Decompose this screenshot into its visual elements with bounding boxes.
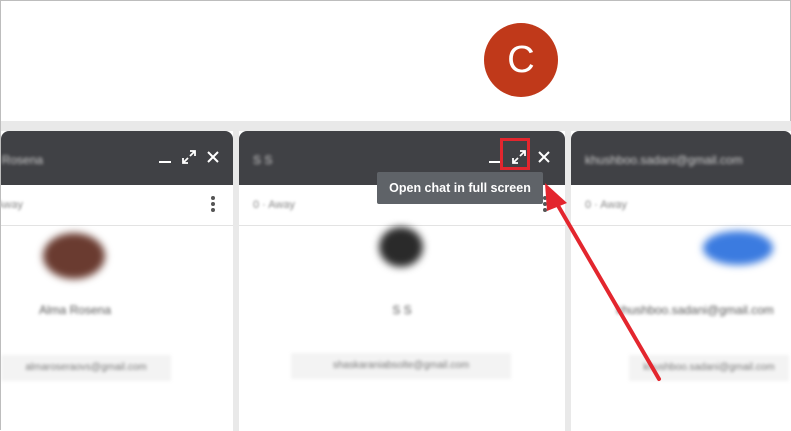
chat-panel-subbar: 0 · Away [571, 185, 791, 226]
chat-panel-subbar: 0 · Away [1, 185, 233, 226]
chat-panel-1: Alma Rosena 0 · Away Alma Rosena almaros… [1, 131, 233, 431]
close-icon[interactable] [536, 149, 552, 165]
minimize-icon[interactable] [157, 149, 173, 165]
presence-status: 0 · Away [585, 199, 627, 211]
presence-status: 0 · Away [253, 199, 295, 211]
avatar[interactable]: C [484, 23, 558, 97]
chat-panel-title: Alma Rosena [1, 153, 44, 167]
contact-email: khushboo.sadani@gmail.com [629, 355, 789, 381]
contact-email: almaroseraovs@gmail.com [1, 355, 171, 381]
close-icon[interactable] [205, 149, 221, 165]
chat-panel-title: khushboo.sadani@gmail.com [585, 153, 743, 167]
contact-email: shaskaraniabsolte@gmail.com [291, 353, 511, 379]
chat-panel-header[interactable]: Alma Rosena [1, 131, 233, 185]
profile-picture [379, 227, 423, 267]
expand-icon[interactable] [181, 149, 197, 165]
tooltip: Open chat in full screen [377, 172, 543, 204]
chat-panel-3: khushboo.sadani@gmail.com 0 · Away khush… [571, 131, 791, 431]
profile-picture [43, 233, 105, 279]
contact-name: khushboo.sadani@gmail.com [616, 303, 774, 317]
contact-name: S S [392, 303, 412, 317]
presence-status: 0 · Away [1, 199, 23, 211]
chat-panel-header[interactable]: khushboo.sadani@gmail.com [571, 131, 791, 185]
chat-panel-title: S S [253, 153, 273, 167]
avatar-letter: C [507, 38, 535, 81]
more-vert-icon[interactable] [210, 195, 216, 215]
contact-name: Alma Rosena [38, 303, 112, 317]
profile-picture [703, 231, 773, 265]
highlight-box [500, 138, 530, 170]
